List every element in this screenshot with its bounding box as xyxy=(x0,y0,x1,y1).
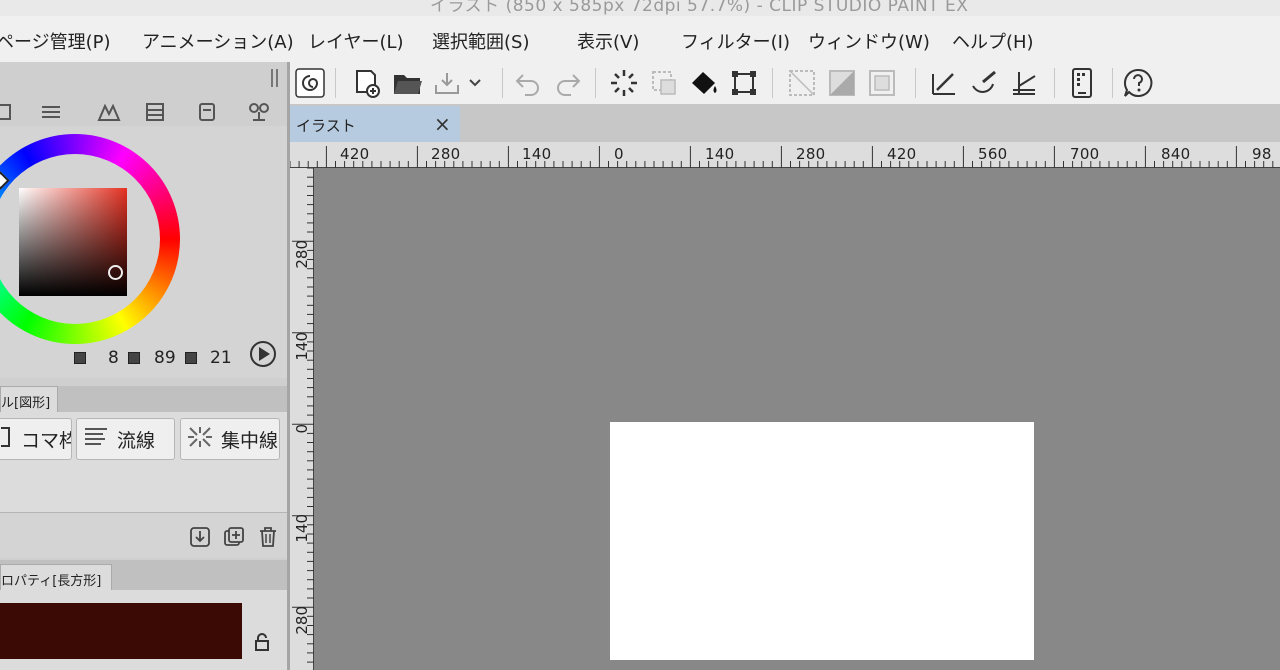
color-panel-tabs xyxy=(0,98,287,126)
ruler-h-label: 420 xyxy=(887,145,917,163)
ruler-h-label: 280 xyxy=(796,145,826,163)
artboard-canvas[interactable] xyxy=(610,422,1034,660)
menu-filter[interactable]: フィルター(I) xyxy=(681,28,790,54)
brush-stroke-icon[interactable] xyxy=(966,65,1002,101)
panel-grip-handle[interactable] xyxy=(271,69,279,87)
ruler-h-label: 420 xyxy=(340,145,370,163)
invert-selection-icon[interactable] xyxy=(864,65,900,101)
perspective-ruler-icon[interactable] xyxy=(1006,65,1042,101)
new-canvas-icon[interactable] xyxy=(348,65,384,101)
color-set-tab-icon[interactable] xyxy=(94,100,124,124)
color-slider-tab-icon[interactable] xyxy=(36,100,66,124)
frame-border-label: コマ枠 xyxy=(21,429,71,452)
lock-icon[interactable] xyxy=(253,632,273,652)
transform-icon[interactable] xyxy=(726,65,762,101)
loading-spinner-icon[interactable] xyxy=(606,65,642,101)
ruler-h-label: 140 xyxy=(705,145,735,163)
ruler-h-label: 98 xyxy=(1252,145,1272,163)
ruler-h-label: 700 xyxy=(1070,145,1100,163)
close-icon[interactable]: × xyxy=(434,112,451,136)
hue-icon xyxy=(74,352,86,364)
menu-bar: ページ管理(P) アニメーション(A) レイヤー(L) 選択範囲(S) 表示(V… xyxy=(0,16,1280,62)
material-panel-tabbar: ル[図形] xyxy=(0,386,287,412)
ruler-v-label: 140 xyxy=(293,332,311,361)
value-icon xyxy=(185,352,197,364)
ruler-v-label: 280 xyxy=(293,240,311,269)
frame-border-button[interactable]: コマ枠 xyxy=(0,418,72,460)
window-title: イラスト (850 x 585px 72dpi 57.7%) - CLIP ST… xyxy=(430,0,969,16)
color-mode-toggle-icon[interactable] xyxy=(250,341,276,367)
undo-icon[interactable] xyxy=(510,65,546,101)
add-material-icon[interactable] xyxy=(223,526,245,548)
tool-property-tab[interactable]: ロパティ[長方形] xyxy=(0,564,112,590)
ruler-v-label: 0 xyxy=(293,424,311,434)
sv-picker-cursor[interactable] xyxy=(108,265,123,280)
speed-lines-button[interactable]: 流線 xyxy=(76,418,175,460)
save-dropdown-icon[interactable] xyxy=(430,65,486,101)
focus-lines-icon xyxy=(187,426,213,453)
hue-value: 8 xyxy=(108,348,119,368)
ruler-pen-icon[interactable] xyxy=(926,65,962,101)
selection-layer-icon[interactable] xyxy=(646,65,682,101)
color-history-tab-icon[interactable] xyxy=(244,100,274,124)
fill-bucket-icon[interactable] xyxy=(686,65,722,101)
menu-page-management[interactable]: ページ管理(P) xyxy=(0,28,111,54)
menu-view[interactable]: 表示(V) xyxy=(577,28,639,54)
document-tab-illust[interactable]: イラスト × xyxy=(290,106,460,142)
ruler-h-label: 560 xyxy=(978,145,1008,163)
material-tab-shape[interactable]: ル[図形] xyxy=(0,386,58,412)
value-value: 21 xyxy=(210,348,232,368)
document-tab-label: イラスト xyxy=(296,117,356,135)
help-icon[interactable] xyxy=(1120,65,1156,101)
menu-layer[interactable]: レイヤー(L) xyxy=(308,28,404,54)
command-toolbar xyxy=(290,62,1280,104)
clip-studio-icon[interactable] xyxy=(292,65,328,101)
document-tabbar: イラスト × xyxy=(290,104,1280,142)
ruler-h-label: 0 xyxy=(614,145,624,163)
frame-border-icon xyxy=(0,426,13,453)
ruler-v-label: 280 xyxy=(293,606,311,635)
import-icon[interactable] xyxy=(189,526,211,548)
tool-property-tabbar: ロパティ[長方形] xyxy=(0,560,287,590)
fill-selection-icon[interactable] xyxy=(824,65,860,101)
ruler-h-label: 140 xyxy=(522,145,552,163)
open-folder-icon[interactable] xyxy=(390,65,426,101)
intermediate-color-tab-icon[interactable] xyxy=(140,100,170,124)
speed-lines-icon xyxy=(83,426,109,453)
approximate-color-tab-icon[interactable] xyxy=(192,100,222,124)
window-title-bar: イラスト (850 x 585px 72dpi 57.7%) - CLIP ST… xyxy=(0,0,1280,16)
color-wheel-tab-icon[interactable] xyxy=(0,100,18,124)
focus-lines-label: 集中線 xyxy=(221,429,279,452)
fill-color-swatch[interactable] xyxy=(0,603,242,659)
clear-outside-icon[interactable] xyxy=(784,65,820,101)
focus-lines-button[interactable]: 集中線 xyxy=(180,418,280,460)
menu-selection[interactable]: 選択範囲(S) xyxy=(432,28,529,54)
trash-icon[interactable] xyxy=(257,526,279,548)
menu-window[interactable]: ウィンドウ(W) xyxy=(808,28,930,54)
horizontal-ruler: 420 280 140 0 140 280 420 560 700 840 98 xyxy=(290,142,1280,168)
ruler-h-label: 280 xyxy=(431,145,461,163)
saturation-value: 89 xyxy=(154,348,176,368)
menu-help[interactable]: ヘルプ(H) xyxy=(952,28,1034,54)
smartphone-icon[interactable] xyxy=(1064,65,1100,101)
menu-animation[interactable]: アニメーション(A) xyxy=(142,28,294,54)
saturation-value-square[interactable] xyxy=(19,188,127,296)
redo-icon[interactable] xyxy=(550,65,586,101)
vertical-ruler: 280 140 0 140 280 xyxy=(290,168,314,670)
saturation-icon xyxy=(128,352,140,364)
speed-lines-label: 流線 xyxy=(117,429,156,452)
ruler-h-label: 840 xyxy=(1161,145,1191,163)
ruler-v-label: 140 xyxy=(293,514,311,543)
